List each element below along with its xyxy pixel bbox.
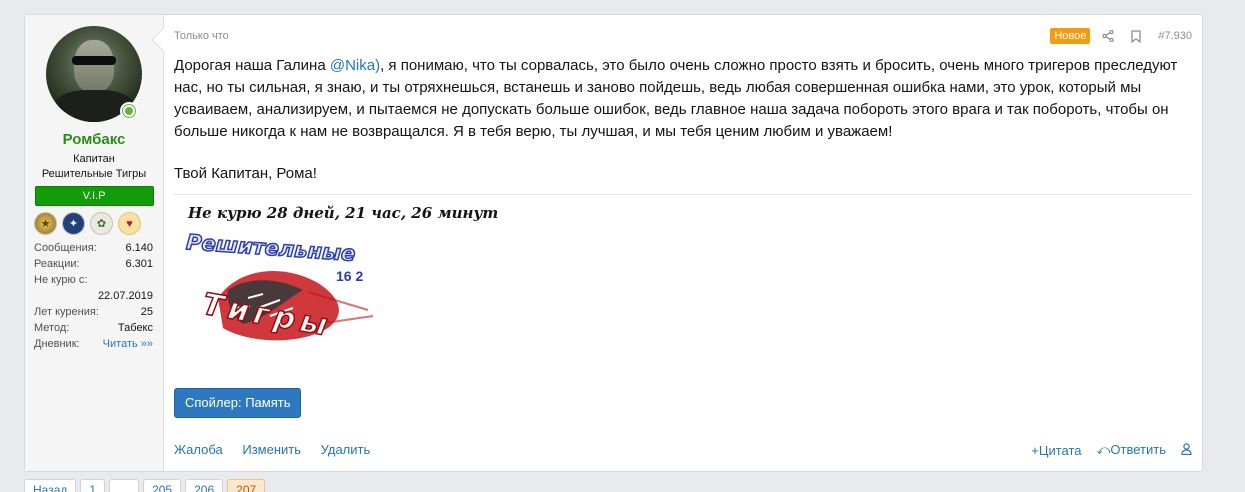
edit-link[interactable]: Изменить [242,442,301,457]
tiger-icon[interactable]: ✿ [90,212,113,235]
user-group: Решительные Тигры [41,168,147,180]
user-badges: ★ ✦ ✿ ♥ [34,212,163,235]
quote-button[interactable]: +Цитата [1031,443,1081,458]
stat-method: Метод: Табекс [34,322,153,334]
stat-messages: Сообщения: 6.140 [34,242,153,254]
award-icon[interactable]: ♥ [118,212,141,235]
diary-link[interactable]: Читать »» [103,336,153,352]
pagination: Назад 1 … 205 206 207 [24,479,266,492]
pager-page[interactable]: 1 [80,479,106,492]
stat-years-smoking: Лет курения: 25 [34,306,153,318]
pager-current[interactable]: 207 [227,479,266,492]
delete-link[interactable]: Удалить [321,442,371,457]
bookmark-icon[interactable] [1130,29,1142,43]
user-icon[interactable] [1181,442,1192,458]
username[interactable]: Ромбакс [25,131,163,148]
signature: Не курю 28 дней, 21 час, 26 минут Решите… [174,194,1192,352]
post-number[interactable]: #7.930 [1158,30,1192,42]
user-info-column: Ромбакс Капитан Решительные Тигры V.I.P … [25,15,164,471]
post-main: Только что Новое #7.930 Дорогая наша Гал… [164,15,1202,471]
post-sign-off: Твой Капитан, Рома! [174,165,317,182]
stat-quit-date: 22.07.2019 [97,290,153,302]
avatar-wrap[interactable] [46,26,142,122]
stat-reactions: Реакции: 6.301 [34,258,153,270]
post-time[interactable]: Только что [174,30,229,42]
user-title: Капитан [73,153,115,165]
vip-banner: V.I.P [34,186,154,206]
report-link[interactable]: Жалоба [174,442,223,457]
stat-diary: Дневник: Читать »» [34,336,153,352]
pager-page[interactable]: 205 [143,479,182,492]
pager-ellipsis[interactable]: … [109,479,140,492]
spoiler-button[interactable]: Спойлер: Память [174,388,302,418]
user-stats: Сообщения: 6.140 Реакции: 6.301 Не курю с:… [34,240,153,352]
stat-quit-since: Не курю с: [34,274,88,286]
reply-icon: ⤺ [1096,442,1111,457]
post-actions: Жалоба Изменить Удалить +Цитата ⤺Ответит… [174,442,1192,458]
share-icon[interactable] [1102,29,1115,43]
logo-badge: 16 2 [336,268,364,284]
new-badge: Новое [1050,28,1091,44]
pager-page[interactable]: 206 [185,479,224,492]
plus-icon: + [1031,442,1039,458]
signature-counter: Не курю 28 дней, 21 час, 26 минут [188,204,499,222]
post-meta: Только что Новое #7.930 [174,28,1192,44]
post-body: Дорогая наша Галина @Nika), я понимаю, ч… [174,57,1178,140]
pager-prev[interactable]: Назад [24,479,77,492]
tigers-logo: Решительные 16 2 Тигры [185,228,383,352]
group-icon[interactable]: ✦ [62,212,85,235]
reply-button[interactable]: ⤺Ответить [1097,442,1166,458]
user-mention[interactable]: @Nika) [330,57,380,74]
message-post: Ромбакс Капитан Решительные Тигры V.I.P … [24,14,1203,472]
medal-icon[interactable]: ★ [34,212,57,235]
online-status-icon [120,102,138,120]
